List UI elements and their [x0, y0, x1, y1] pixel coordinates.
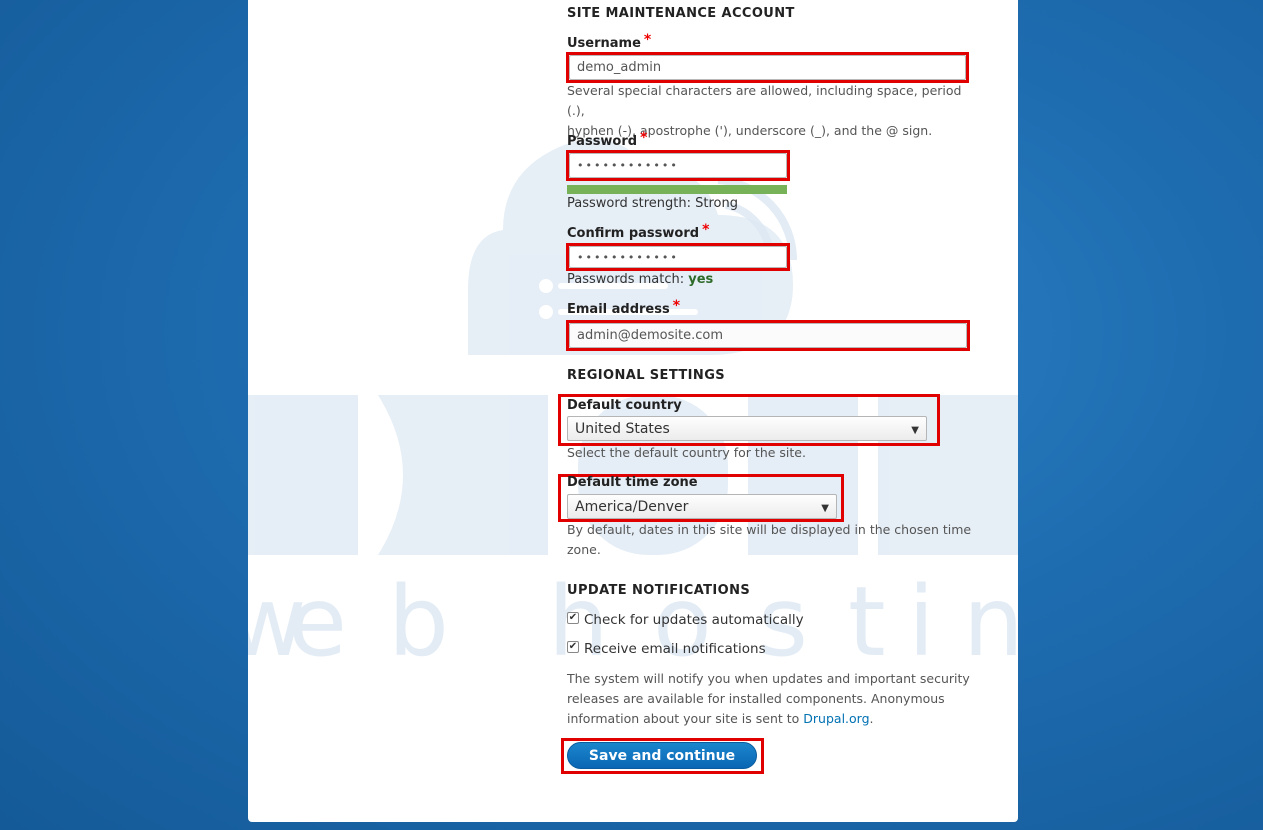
country-help: Select the default country for the site.	[567, 445, 806, 460]
svg-text:i: i	[908, 566, 935, 678]
username-label-text: Username	[567, 36, 641, 51]
email-label: Email address *	[567, 298, 681, 317]
password-match-value: yes	[688, 272, 714, 287]
required-marker: *	[672, 298, 681, 314]
updates-help-line3: information about your site is sent to D…	[567, 709, 977, 729]
required-marker: *	[643, 32, 652, 48]
timezone-help: By default, dates in this site will be d…	[567, 520, 977, 560]
svg-text:t: t	[848, 566, 886, 678]
section-title-regional: REGIONAL SETTINGS	[567, 368, 726, 383]
svg-text:b: b	[388, 566, 449, 678]
svg-text:w: w	[248, 566, 307, 678]
chevron-down-icon: ▼	[911, 425, 919, 436]
check-updates-checkbox[interactable]: ✔	[567, 612, 579, 624]
email-input[interactable]: admin@demosite.com	[569, 323, 967, 348]
country-label: Default country	[567, 398, 682, 413]
svg-text:e: e	[288, 566, 347, 678]
password-match-label: Passwords match:	[567, 272, 685, 287]
email-notifications-checkbox[interactable]: ✔	[567, 641, 579, 653]
checkmark-icon: ✔	[568, 641, 578, 652]
updates-help: The system will notify you when updates …	[567, 669, 977, 729]
timezone-select-value: America/Denver	[575, 498, 689, 515]
confirm-password-input[interactable]: ••••••••••••	[569, 246, 787, 268]
password-label: Password *	[567, 130, 648, 149]
required-marker: *	[702, 222, 710, 238]
username-label: Username *	[567, 32, 652, 51]
username-input[interactable]: demo_admin	[569, 55, 966, 80]
password-label-text: Password	[567, 134, 638, 149]
install-panel: w e b h o s t i n SITE MAINTENANCE ACCOU…	[248, 0, 1018, 822]
password-strength-text: Password strength: Strong	[567, 196, 738, 211]
timezone-help-line2: zone.	[567, 542, 601, 557]
svg-text:n: n	[963, 566, 1018, 678]
username-help-line1: Several special characters are allowed, …	[567, 83, 962, 118]
email-notifications-label[interactable]: Receive email notifications	[584, 641, 766, 657]
country-select-value: United States	[575, 420, 670, 437]
updates-help-line1: The system will notify you when updates …	[567, 671, 970, 686]
updates-help-line3-prefix: information about your site is sent to	[567, 711, 804, 726]
updates-help-line2: releases are available for installed com…	[567, 691, 945, 706]
timezone-label: Default time zone	[567, 475, 698, 490]
email-label-text: Email address	[567, 302, 670, 317]
check-updates-label[interactable]: Check for updates automatically	[584, 612, 804, 628]
username-help: Several special characters are allowed, …	[567, 81, 977, 141]
password-input[interactable]: ••••••••••••	[569, 153, 787, 178]
updates-help-line3-suffix: .	[869, 711, 874, 726]
country-select[interactable]: United States ▼	[567, 416, 927, 441]
timezone-help-line1: By default, dates in this site will be d…	[567, 522, 972, 537]
chevron-down-icon: ▼	[821, 503, 829, 514]
confirm-password-label: Confirm password *	[567, 222, 710, 241]
drupal-org-link[interactable]: Drupal.org	[803, 711, 869, 726]
password-strength-bar	[567, 185, 787, 194]
section-title-updates: UPDATE NOTIFICATIONS	[567, 583, 751, 598]
required-marker: *	[640, 130, 648, 146]
save-and-continue-button[interactable]: Save and continue	[567, 742, 757, 769]
section-title-account: SITE MAINTENANCE ACCOUNT	[567, 6, 795, 21]
confirm-password-label-text: Confirm password	[567, 226, 700, 241]
password-match-status: Passwords match: yes	[567, 272, 713, 287]
checkmark-icon: ✔	[568, 612, 578, 623]
timezone-select[interactable]: America/Denver ▼	[567, 494, 837, 519]
